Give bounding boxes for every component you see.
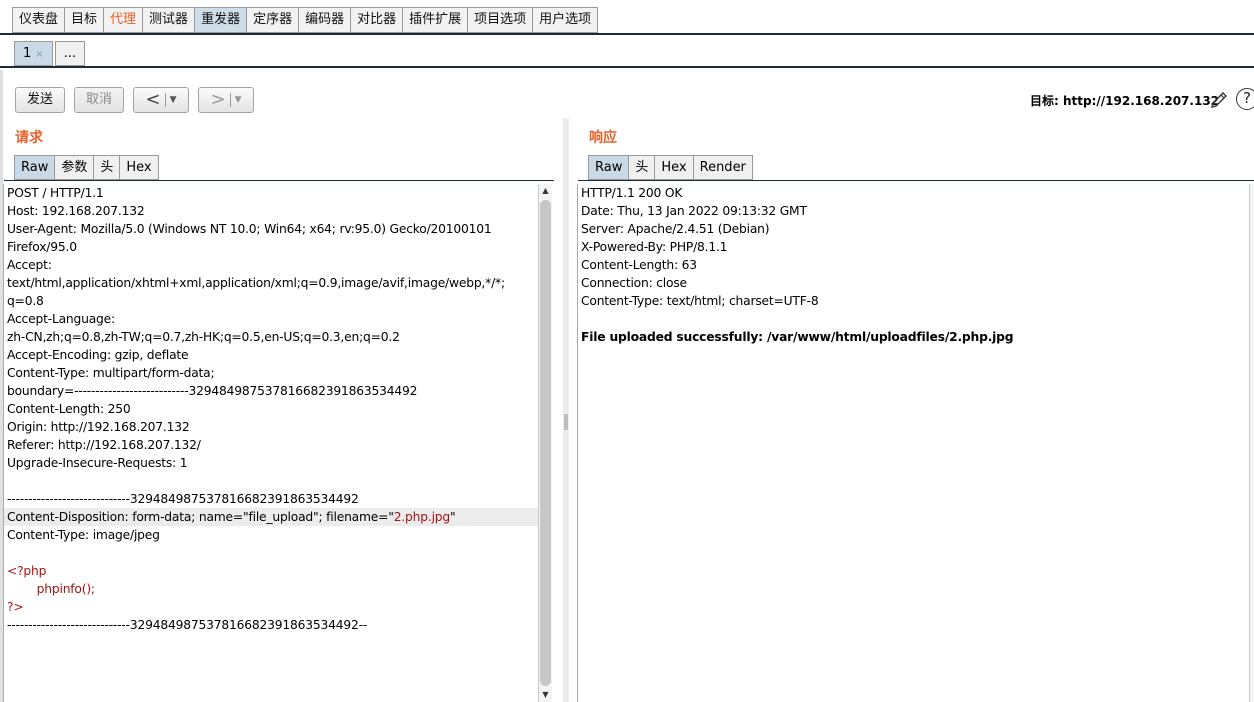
response-editor[interactable]: HTTP/1.1 200 OK Date: Thu, 13 Jan 2022 0… xyxy=(577,184,1249,702)
request-tab-underline xyxy=(4,180,554,181)
pane-splitter[interactable] xyxy=(563,118,569,702)
request-line: POST / HTTP/1.1 xyxy=(7,186,104,200)
request-editor[interactable]: POST / HTTP/1.1 Host: 192.168.207.132 Us… xyxy=(3,184,538,702)
tab-comparer[interactable]: 对比器 xyxy=(350,7,403,33)
main-tab-bar: 仪表盘 目标 代理 测试器 重发器 定序器 编码器 对比器 插件扩展 项目选项 … xyxy=(12,7,599,33)
request-line: Content-Type: image/jpeg xyxy=(7,528,160,542)
dropdown-icon[interactable]: ▼ xyxy=(235,95,242,105)
request-line: Accept: xyxy=(7,258,52,272)
request-line: boundary=---------------------------3294… xyxy=(7,384,418,398)
request-line: Referer: http://192.168.207.132/ xyxy=(7,438,201,452)
request-line: Accept-Language: xyxy=(7,312,115,326)
button-separator xyxy=(229,93,231,107)
response-line: Date: Thu, 13 Jan 2022 09:13:32 GMT xyxy=(581,204,807,218)
response-line: Connection: close xyxy=(581,276,687,290)
response-line: Server: Apache/2.4.51 (Debian) xyxy=(581,222,770,236)
request-line: Firefox/95.0 xyxy=(7,240,77,254)
tab-target[interactable]: 目标 xyxy=(64,7,104,33)
response-tab-raw[interactable]: Raw xyxy=(588,155,629,180)
repeater-tab-bar: 1 × ... xyxy=(14,41,87,66)
repeater-tab-label: 1 xyxy=(23,46,32,61)
response-line xyxy=(578,310,1249,328)
request-line xyxy=(4,544,538,562)
request-line: Content-Length: 250 xyxy=(7,402,131,416)
button-separator xyxy=(164,93,166,107)
chevron-left-icon: < xyxy=(145,89,161,110)
request-line: Origin: http://192.168.207.132 xyxy=(7,420,190,434)
back-button[interactable]: < ▼ xyxy=(133,87,189,113)
tab-sequencer[interactable]: 定序器 xyxy=(246,7,299,33)
help-icon[interactable]: ? xyxy=(1236,88,1254,110)
tab-user-options[interactable]: 用户选项 xyxy=(532,7,599,33)
send-button[interactable]: 发送 xyxy=(15,87,65,113)
pencil-icon[interactable] xyxy=(1208,89,1230,111)
filename-value: 2.php.jpg xyxy=(393,510,450,524)
request-line-php: ?> xyxy=(7,600,24,614)
tab-extender[interactable]: 插件扩展 xyxy=(402,7,468,33)
response-scrollbar[interactable] xyxy=(1249,184,1254,702)
request-line: User-Agent: Mozilla/5.0 (Windows NT 10.0… xyxy=(7,222,492,236)
repeater-tab-1[interactable]: 1 × xyxy=(14,41,53,66)
request-line xyxy=(4,472,538,490)
request-tab-hex[interactable]: Hex xyxy=(119,155,159,180)
request-line: q=0.8 xyxy=(7,294,44,308)
response-line: X-Powered-By: PHP/8.1.1 xyxy=(581,240,728,254)
scroll-down-icon[interactable]: ▼ xyxy=(539,688,552,702)
response-line: Content-Type: text/html; charset=UTF-8 xyxy=(581,294,819,308)
request-line: text/html,application/xhtml+xml,applicat… xyxy=(7,276,505,290)
tab-proxy[interactable]: 代理 xyxy=(103,7,143,33)
filename-close-quote: " xyxy=(450,510,456,524)
response-view-tabs: Raw 头 Hex Render xyxy=(588,155,753,180)
request-title: 请求 xyxy=(15,130,43,146)
request-line: Content-Type: multipart/form-data; xyxy=(7,366,215,380)
request-line: -----------------------------32948498753… xyxy=(7,492,359,506)
request-line: Host: 192.168.207.132 xyxy=(7,204,145,218)
tab-decoder[interactable]: 编码器 xyxy=(298,7,351,33)
request-view-tabs: Raw 参数 头 Hex xyxy=(14,155,159,180)
request-line-php: <?php xyxy=(7,564,47,578)
request-line: -----------------------------32948498753… xyxy=(7,618,368,632)
request-scrollbar[interactable]: ▲ ▼ xyxy=(538,184,552,702)
request-tab-raw[interactable]: Raw xyxy=(14,155,55,180)
response-tab-headers[interactable]: 头 xyxy=(628,155,655,180)
dropdown-icon[interactable]: ▼ xyxy=(170,95,177,105)
scroll-up-icon[interactable]: ▲ xyxy=(539,184,552,198)
request-line-php: phpinfo(); xyxy=(7,582,95,596)
tab-project-options[interactable]: 项目选项 xyxy=(467,7,533,33)
main-tab-divider xyxy=(0,33,1254,35)
response-body-line: File uploaded successfully: /var/www/htm… xyxy=(581,330,1014,344)
request-scroll-thumb[interactable] xyxy=(540,200,551,686)
splitter-grip[interactable] xyxy=(564,414,568,430)
request-line: Accept-Encoding: gzip, deflate xyxy=(7,348,189,362)
request-tab-headers[interactable]: 头 xyxy=(93,155,120,180)
response-line: HTTP/1.1 200 OK xyxy=(581,186,683,200)
tab-intruder[interactable]: 测试器 xyxy=(142,7,195,33)
new-repeater-tab-button[interactable]: ... xyxy=(54,41,86,66)
tab-dashboard[interactable]: 仪表盘 xyxy=(12,7,65,33)
cancel-button[interactable]: 取消 xyxy=(74,87,124,113)
forward-button[interactable]: > ▼ xyxy=(198,87,254,113)
burp-repeater-window: 仪表盘 目标 代理 测试器 重发器 定序器 编码器 对比器 插件扩展 项目选项 … xyxy=(0,0,1254,702)
chevron-right-icon: > xyxy=(210,89,226,110)
response-line: Content-Length: 63 xyxy=(581,258,697,272)
disposition-text: Content-Disposition: form-data; name="fi… xyxy=(7,510,394,524)
target-label: 目标: http://192.168.207.132 xyxy=(1030,94,1220,108)
request-line: zh-CN,zh;q=0.8,zh-TW;q=0.7,zh-HK;q=0.5,e… xyxy=(7,330,400,344)
request-line-current: Content-Disposition: form-data; name="fi… xyxy=(4,508,538,526)
request-tab-params[interactable]: 参数 xyxy=(54,155,94,180)
tab-repeater[interactable]: 重发器 xyxy=(194,7,247,33)
close-icon[interactable]: × xyxy=(35,49,43,60)
response-tab-render[interactable]: Render xyxy=(692,155,753,180)
response-title: 响应 xyxy=(589,130,617,146)
response-tab-underline xyxy=(578,180,1254,181)
response-tab-hex[interactable]: Hex xyxy=(654,155,693,180)
sub-tab-divider xyxy=(0,66,1254,68)
request-line: Upgrade-Insecure-Requests: 1 xyxy=(7,456,188,470)
